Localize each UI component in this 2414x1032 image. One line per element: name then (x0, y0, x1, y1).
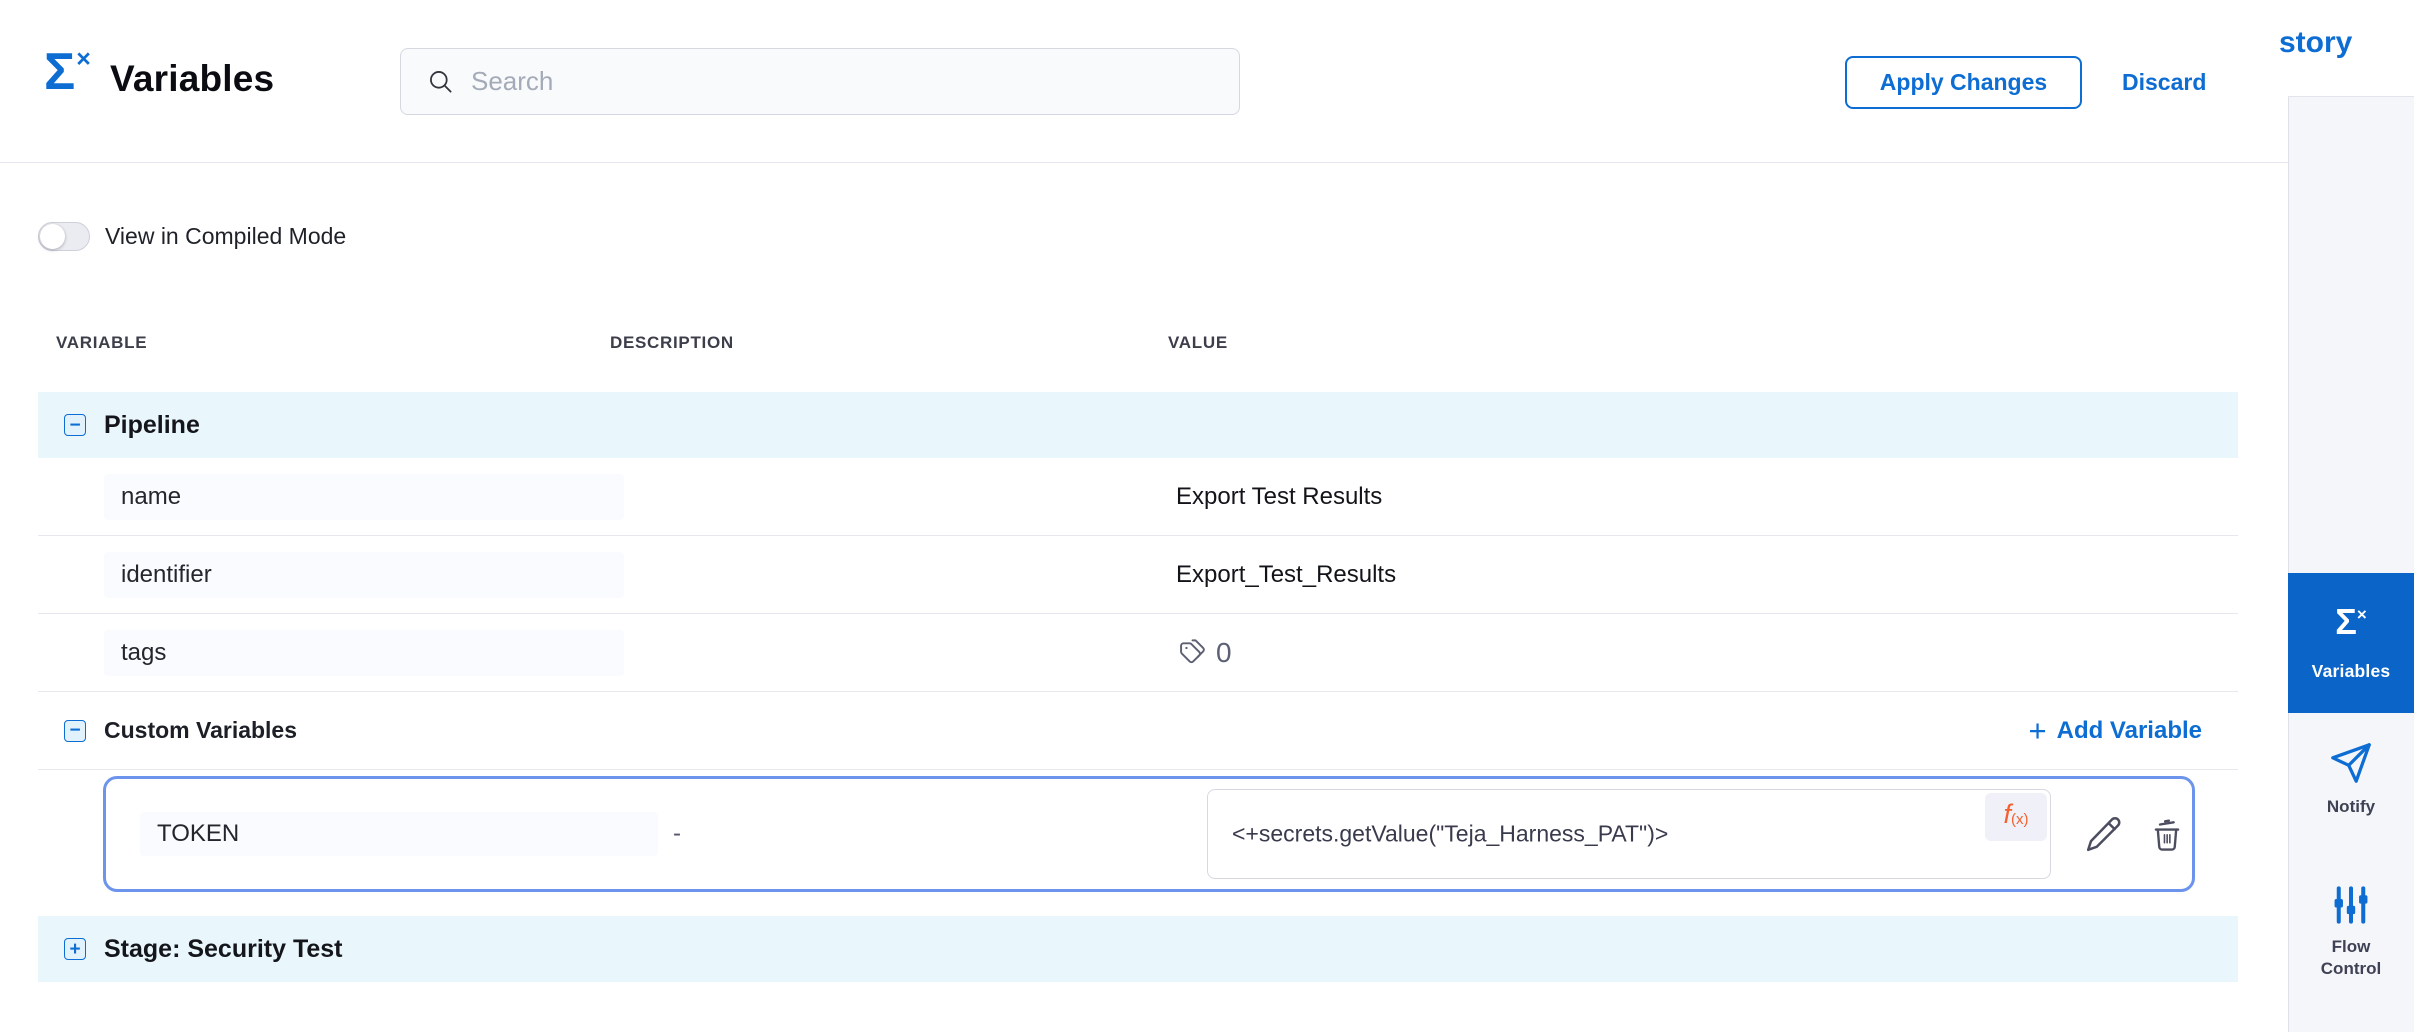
sigma-fx-icon: Σ× (44, 46, 90, 98)
section-label: Custom Variables (104, 717, 297, 744)
variables-drawer-panel: Σ× Variables Apply Changes Discard View … (0, 0, 2288, 1032)
custom-variable-description: - (673, 820, 681, 848)
sidebar-item-variables[interactable]: Σ× Variables (2288, 573, 2414, 713)
page-top-bar: story (2288, 0, 2414, 97)
variable-value-cell: 0 (1176, 637, 1232, 669)
section-label: Pipeline (104, 411, 200, 440)
trash-icon (2148, 815, 2186, 853)
section-label: Stage: Security Test (104, 935, 343, 964)
custom-variable-card-wrap: TOKEN - <+secrets.getValue("Teja_Harness… (38, 770, 2238, 904)
collapse-icon[interactable]: − (64, 414, 86, 436)
compiled-mode-label: View in Compiled Mode (105, 223, 346, 250)
expand-icon[interactable]: + (64, 938, 86, 960)
variable-name-cell: identifier (104, 552, 624, 598)
section-header-pipeline[interactable]: − Pipeline (38, 392, 2238, 458)
variable-name-cell: name (104, 474, 624, 520)
apply-changes-button[interactable]: Apply Changes (1845, 56, 2082, 109)
search-box[interactable] (400, 48, 1240, 115)
sigma-fx-icon: Σ× (2335, 604, 2367, 647)
table-row: tags 0 (38, 614, 2238, 692)
background-tab-history[interactable]: story (2279, 26, 2352, 60)
tag-icon (1176, 637, 1207, 668)
custom-variable-card: TOKEN - <+secrets.getValue("Teja_Harness… (103, 776, 2195, 892)
page-title: Variables (110, 58, 274, 100)
search-icon (427, 68, 454, 95)
table-row: name Export Test Results (38, 458, 2238, 536)
custom-variable-value-input[interactable]: <+secrets.getValue("Teja_Harness_PAT")> … (1207, 789, 2051, 879)
variable-value-cell: Export_Test_Results (1176, 561, 1396, 589)
add-variable-button[interactable]: + Add Variable (2029, 717, 2203, 745)
discard-button[interactable]: Discard (2122, 56, 2206, 109)
expression-text: <+secrets.getValue("Teja_Harness_PAT")> (1232, 821, 1668, 848)
toggle-knob (40, 224, 65, 249)
compiled-mode-toggle[interactable] (38, 222, 90, 251)
sidebar-item-notify[interactable]: Notify (2288, 740, 2414, 850)
section-header-custom-variables: − Custom Variables + Add Variable (38, 692, 2238, 770)
table-row: identifier Export_Test_Results (38, 536, 2238, 614)
plus-icon: + (2029, 717, 2047, 745)
section-header-stage-security-test[interactable]: + Stage: Security Test (38, 916, 2238, 982)
drawer-header: Σ× Variables Apply Changes Discard (0, 0, 2288, 163)
column-header-variable: VARIABLE (56, 333, 147, 353)
column-header-description: DESCRIPTION (610, 333, 734, 353)
column-header-value: VALUE (1168, 333, 1228, 353)
collapse-icon[interactable]: − (64, 720, 86, 742)
expression-fx-badge[interactable]: f(x) (1985, 793, 2047, 841)
paper-plane-icon (2328, 740, 2374, 786)
underlying-page-strip: story Σ× Variables Notify Flow Control (2288, 0, 2414, 1032)
sidebar-item-flow-control[interactable]: Flow Control (2288, 884, 2414, 1024)
compiled-mode-toggle-row: View in Compiled Mode (38, 222, 346, 251)
pencil-icon (2084, 814, 2124, 854)
harness-variables-drawer: { "header": { "title": "Variables", "sea… (0, 0, 2414, 1032)
tags-count: 0 (1216, 637, 1232, 669)
variables-table: − Pipeline name Export Test Results iden… (38, 392, 2238, 982)
sliders-icon (2330, 884, 2372, 926)
delete-variable-button[interactable] (2148, 815, 2186, 853)
variable-name-cell: tags (104, 630, 624, 676)
variable-value-cell: Export Test Results (1176, 483, 1382, 511)
search-input[interactable] (471, 66, 1171, 97)
custom-variable-name-input[interactable]: TOKEN (140, 812, 658, 856)
table-header: VARIABLE DESCRIPTION VALUE (38, 333, 2238, 357)
edit-variable-button[interactable] (2084, 814, 2124, 854)
